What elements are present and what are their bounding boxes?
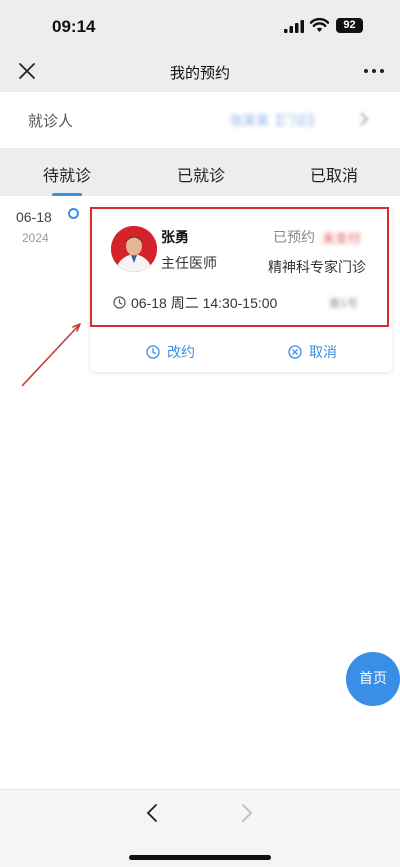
highlight-box: [90, 207, 389, 327]
wifi-icon: [310, 18, 329, 32]
home-indicator: [129, 855, 271, 860]
back-icon[interactable]: [145, 803, 159, 823]
timeline-dot: [68, 208, 79, 219]
signal-icon: [284, 20, 304, 33]
timeline-date: 06-18: [16, 209, 52, 225]
nav-bar: 我的预约: [0, 52, 400, 92]
cancel-icon: [288, 345, 302, 359]
more-icon[interactable]: [362, 62, 386, 80]
annotation-arrow: [21, 323, 81, 387]
home-button[interactable]: 首页: [346, 652, 400, 706]
forward-icon[interactable]: [240, 803, 254, 823]
tab-pending[interactable]: 待就诊: [43, 162, 91, 186]
reschedule-label: 改约: [167, 345, 195, 361]
patient-selector[interactable]: 就诊人 张某某【门诊】: [0, 92, 400, 148]
clock-icon: [146, 345, 160, 359]
battery-indicator: 92: [336, 18, 363, 33]
timeline-year: 2024: [22, 231, 49, 245]
status-bar: 09:14 92: [0, 0, 400, 52]
status-time: 09:14: [52, 17, 96, 36]
patient-label: 就诊人: [28, 112, 74, 130]
tab-bar: 待就诊 已就诊 已取消: [0, 148, 400, 196]
active-tab-indicator: [52, 193, 82, 196]
tab-visited[interactable]: 已就诊: [177, 162, 225, 186]
patient-value: 张某某【门诊】: [230, 114, 322, 129]
chevron-right-icon: [360, 112, 369, 126]
page-title: 我的预约: [169, 64, 230, 82]
tab-cancelled[interactable]: 已取消: [310, 162, 358, 186]
cancel-label: 取消: [309, 345, 337, 361]
